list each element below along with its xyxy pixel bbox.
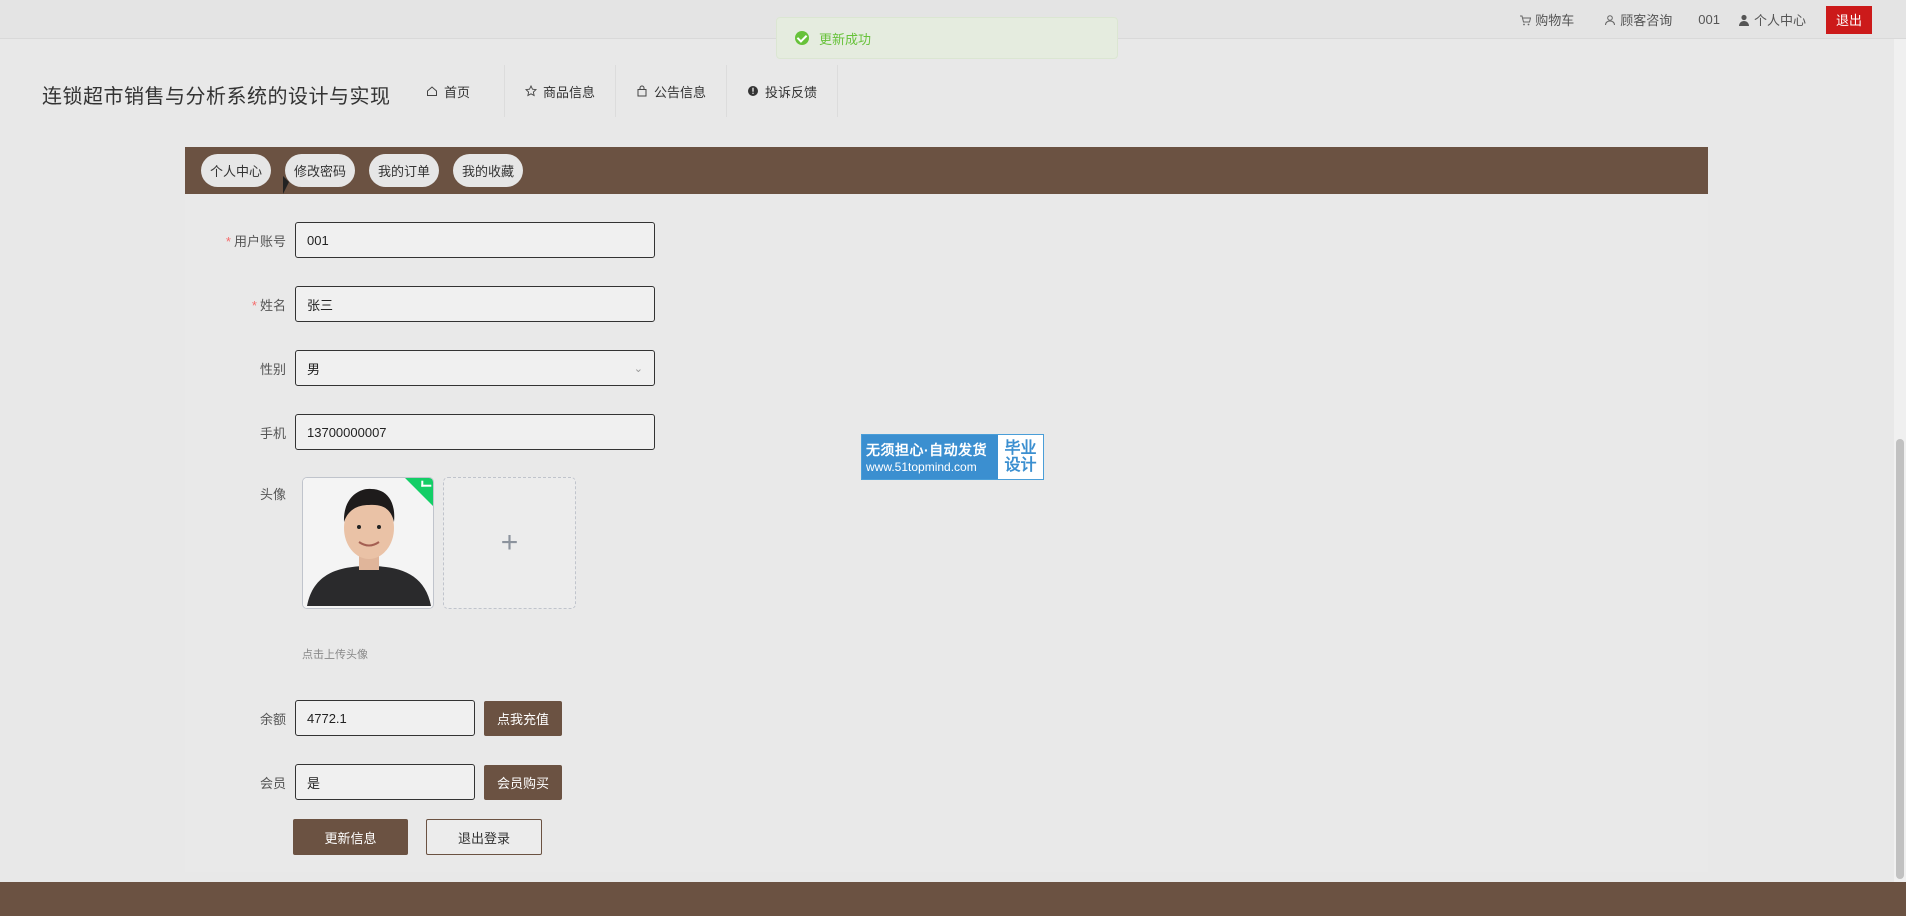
form-row-balance: 余额 4772.1 点我充值 [185, 700, 563, 736]
tab-change-password[interactable]: 修改密码 [285, 154, 356, 187]
scrollbar-thumb[interactable] [1896, 439, 1904, 879]
gender-value: 男 [307, 361, 321, 377]
form-row-member: 会员 是 会员购买 [185, 764, 563, 800]
avatar-photo [303, 478, 433, 608]
recharge-button[interactable]: 点我充值 [484, 700, 563, 736]
watermark-line2: www.51topmind.com [866, 460, 977, 474]
top-bar-links: 购物车 顾客咨询 001 个人中心 退出 [1489, 0, 1872, 39]
buy-membership-button[interactable]: 会员购买 [484, 764, 563, 800]
footer [0, 882, 1906, 916]
form-row-phone: 手机 13700000007 [185, 414, 655, 450]
required-mark: * [225, 233, 231, 249]
watermark-text: 无须担心·自动发货 www.51topmind.com [862, 435, 998, 479]
nav-item-products[interactable]: 商品信息 [505, 65, 617, 117]
nav-item-notices[interactable]: 公告信息 [616, 65, 728, 117]
user-outline-icon [1605, 14, 1616, 25]
member-field[interactable]: 是 [295, 764, 475, 800]
form-row-name: * 姓名 张三 [185, 286, 655, 322]
nav-item-label: 商品信息 [543, 84, 596, 100]
required-mark: * [251, 297, 257, 313]
logout-button[interactable]: 退出 [1826, 5, 1872, 34]
avatar-label: 头像 [259, 487, 286, 502]
form-row-gender: 性别 男 ⌄ [185, 350, 655, 386]
site-title: 连锁超市销售与分析系统的设计与实现 [42, 86, 391, 108]
toast-message: 更新成功 [819, 31, 872, 47]
nav-item-label: 首页 [444, 84, 471, 100]
user-icon [1738, 14, 1749, 26]
profile-tabs: 个人中心 修改密码 我的订单 我的收藏 [185, 147, 1708, 194]
mouse-cursor-icon [283, 176, 289, 194]
nav-item-label: 公告信息 [654, 84, 707, 100]
phone-field[interactable]: 13700000007 [295, 414, 655, 450]
gender-label: 性别 [259, 361, 286, 377]
main-nav: 首页 商品信息 公告信息 投诉反馈 [410, 65, 839, 117]
form-row-account: * 用户账号 001 [185, 222, 655, 258]
bag-icon [637, 85, 647, 97]
balance-label: 余额 [259, 711, 286, 727]
nav-item-feedback[interactable]: 投诉反馈 [727, 65, 839, 117]
account-label: 用户账号 [233, 233, 286, 249]
star-icon [525, 85, 538, 97]
avatar-image[interactable] [302, 477, 434, 609]
watermark-line1: 无须担心·自动发货 [866, 442, 988, 458]
profile-label: 个人中心 [1753, 13, 1806, 28]
chevron-down-icon: ⌄ [633, 362, 643, 375]
name-label: 姓名 [259, 297, 286, 313]
profile-panel: 个人中心 修改密码 我的订单 我的收藏 * 用户账号 001 * 姓名 张三 性别 … [185, 147, 1708, 872]
phone-label: 手机 [259, 425, 286, 441]
cart-label: 购物车 [1535, 13, 1575, 28]
profile-link[interactable]: 个人中心 [1738, 10, 1806, 29]
tab-profile[interactable]: 个人中心 [201, 154, 272, 187]
avatar-upload-button[interactable]: + [443, 477, 576, 609]
tab-my-orders[interactable]: 我的订单 [369, 154, 440, 187]
username: 001 [1698, 12, 1720, 27]
account-label-wrap: * 用户账号 [185, 231, 295, 250]
update-info-button[interactable]: 更新信息 [293, 819, 408, 855]
name-field[interactable]: 张三 [295, 286, 655, 322]
gender-select[interactable]: 男 ⌄ [295, 350, 655, 386]
nav-item-label: 投诉反馈 [765, 84, 818, 100]
upload-hint: 点击上传头像 [302, 649, 368, 661]
success-check-icon [795, 31, 809, 45]
home-icon [427, 86, 437, 96]
member-label: 会员 [259, 775, 286, 791]
service-label: 顾客咨询 [1620, 13, 1673, 28]
watermark-side: 毕业设计 [1004, 440, 1037, 474]
success-toast: 更新成功 [776, 17, 1118, 59]
account-field[interactable]: 001 [295, 222, 655, 258]
tab-my-favorites[interactable]: 我的收藏 [453, 154, 524, 187]
name-label-wrap: * 姓名 [185, 295, 295, 314]
cart-icon [1520, 15, 1532, 25]
plus-icon: + [500, 526, 519, 559]
nav-item-home[interactable]: 首页 [410, 65, 506, 117]
form-row-avatar: 头像 [185, 484, 295, 503]
watermark-logo: 无须担心·自动发货 www.51topmind.com 毕业设计 [861, 434, 1044, 480]
scrollbar[interactable] [1894, 39, 1906, 882]
alert-icon [748, 86, 759, 96]
balance-field[interactable]: 4772.1 [295, 700, 475, 736]
cart-link[interactable]: 购物车 [1519, 10, 1574, 29]
service-link[interactable]: 顾客咨询 [1604, 10, 1672, 29]
sign-out-button[interactable]: 退出登录 [426, 819, 542, 855]
